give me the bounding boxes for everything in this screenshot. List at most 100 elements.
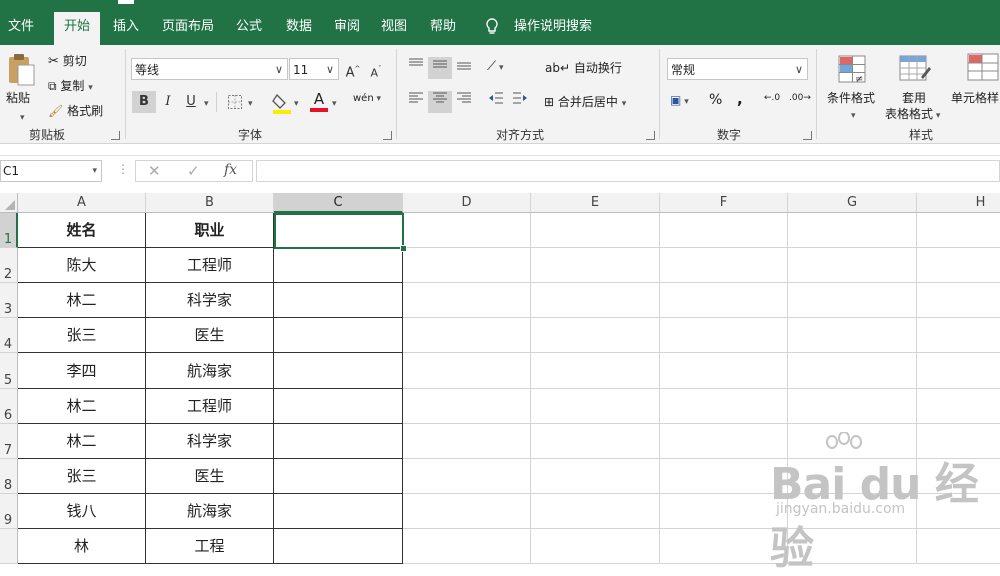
row-header-3[interactable]: 3: [0, 283, 18, 318]
tab-review[interactable]: 审阅: [327, 12, 367, 45]
row-header-6[interactable]: 6: [0, 389, 18, 424]
cell[interactable]: [274, 389, 403, 424]
table-cell[interactable]: 航海家: [146, 353, 274, 389]
conditional-formatting-icon[interactable]: ≠: [838, 55, 868, 88]
cell[interactable]: [917, 213, 1000, 248]
table-cell[interactable]: 工程: [146, 529, 274, 564]
copy-button[interactable]: ⧉ 复制 ▾: [48, 77, 93, 94]
align-left-icon[interactable]: [404, 91, 428, 113]
cell[interactable]: [660, 353, 788, 389]
table-cell[interactable]: 林二: [18, 424, 146, 459]
align-top-icon[interactable]: [404, 57, 428, 79]
format-painter-button[interactable]: 🖌 格式刷: [48, 102, 103, 119]
table-cell[interactable]: 航海家: [146, 494, 274, 529]
paste-icon[interactable]: [6, 53, 38, 87]
percent-button[interactable]: %: [709, 92, 722, 108]
cell[interactable]: [403, 494, 531, 529]
name-box[interactable]: C1 ▾: [0, 160, 102, 182]
column-header-h[interactable]: H: [917, 193, 1000, 213]
conditional-formatting-button[interactable]: 条件格式: [827, 89, 875, 106]
cell[interactable]: [660, 248, 788, 283]
cell[interactable]: [531, 459, 660, 494]
number-format-combo[interactable]: 常规 ∨: [667, 58, 808, 80]
font-launcher-icon[interactable]: [383, 131, 392, 140]
align-middle-icon[interactable]: [428, 57, 452, 79]
cell[interactable]: [403, 318, 531, 353]
cell[interactable]: [917, 353, 1000, 389]
paste-dropdown-icon[interactable]: ▾: [20, 109, 25, 123]
cut-button[interactable]: ✂ 剪切: [48, 52, 87, 69]
cell[interactable]: [403, 389, 531, 424]
cancel-icon[interactable]: ✕: [148, 162, 161, 180]
column-header-d[interactable]: D: [403, 193, 531, 213]
row-header-8[interactable]: 8: [0, 459, 18, 494]
cell[interactable]: [917, 283, 1000, 318]
cell[interactable]: [660, 318, 788, 353]
fill-color-icon[interactable]: [272, 92, 292, 117]
border-dropdown-icon[interactable]: ▾: [248, 95, 253, 109]
copy-dropdown-icon[interactable]: ▾: [88, 83, 93, 93]
column-header-a[interactable]: A: [18, 193, 146, 213]
font-color-dropdown-icon[interactable]: ▾: [332, 95, 337, 109]
cell[interactable]: [274, 283, 403, 318]
cell[interactable]: [403, 283, 531, 318]
table-cell[interactable]: 科学家: [146, 424, 274, 459]
table-cell[interactable]: 工程师: [146, 389, 274, 424]
cell[interactable]: [531, 529, 660, 564]
cell-styles-icon[interactable]: [965, 53, 999, 86]
cell[interactable]: [917, 389, 1000, 424]
alignment-launcher-icon[interactable]: [646, 131, 655, 140]
tab-formulas[interactable]: 公式: [229, 12, 269, 45]
enter-check-icon[interactable]: ✓: [187, 162, 200, 180]
cell[interactable]: [788, 353, 917, 389]
align-right-icon[interactable]: [452, 91, 476, 113]
underline-dropdown-icon[interactable]: ▾: [204, 95, 209, 109]
cell[interactable]: [274, 353, 403, 389]
fill-handle[interactable]: [400, 245, 407, 252]
font-color-button[interactable]: A: [309, 90, 329, 112]
row-header-5[interactable]: 5: [0, 353, 18, 389]
table-cell[interactable]: 工程师: [146, 248, 274, 283]
merge-center-button[interactable]: ⊞ 合并后居中 ▾: [544, 93, 626, 110]
cell[interactable]: [660, 213, 788, 248]
table-cell[interactable]: 科学家: [146, 283, 274, 318]
cell[interactable]: [788, 318, 917, 353]
cell[interactable]: [403, 353, 531, 389]
cell[interactable]: [274, 494, 403, 529]
column-header-b[interactable]: B: [146, 193, 274, 213]
cell[interactable]: [531, 213, 660, 248]
cell[interactable]: [660, 459, 788, 494]
clipboard-launcher-icon[interactable]: [111, 131, 120, 140]
tell-me-search[interactable]: 操作说明搜索: [510, 12, 596, 45]
cell[interactable]: [274, 459, 403, 494]
cell[interactable]: [917, 318, 1000, 353]
row-header-2[interactable]: 2: [0, 248, 18, 283]
font-size-combo[interactable]: 11 ∨: [289, 58, 339, 80]
row-header-next[interactable]: [0, 529, 18, 564]
tab-help[interactable]: 帮助: [423, 12, 463, 45]
select-all-button[interactable]: [0, 193, 18, 213]
cell[interactable]: [531, 353, 660, 389]
cell[interactable]: [403, 213, 531, 248]
cell[interactable]: [403, 459, 531, 494]
cell[interactable]: [788, 389, 917, 424]
cell[interactable]: [660, 424, 788, 459]
tab-data[interactable]: 数据: [279, 12, 319, 45]
underline-button[interactable]: U: [179, 91, 203, 113]
row-header-1[interactable]: 1: [0, 213, 18, 248]
cell[interactable]: [531, 318, 660, 353]
cell[interactable]: [274, 318, 403, 353]
increase-indent-icon[interactable]: [508, 91, 532, 113]
table-cell[interactable]: 李四: [18, 353, 146, 389]
align-center-icon[interactable]: [428, 91, 452, 113]
cell[interactable]: [403, 529, 531, 564]
table-cell[interactable]: 陈大: [18, 248, 146, 283]
cell[interactable]: [660, 283, 788, 318]
table-cell[interactable]: 林: [18, 529, 146, 564]
cell[interactable]: [788, 283, 917, 318]
cell[interactable]: [531, 389, 660, 424]
fill-color-dropdown-icon[interactable]: ▾: [294, 95, 299, 109]
decrease-decimal-button[interactable]: .00→: [789, 94, 811, 103]
cell[interactable]: [917, 248, 1000, 283]
merge-dropdown-icon[interactable]: ▾: [622, 99, 627, 109]
